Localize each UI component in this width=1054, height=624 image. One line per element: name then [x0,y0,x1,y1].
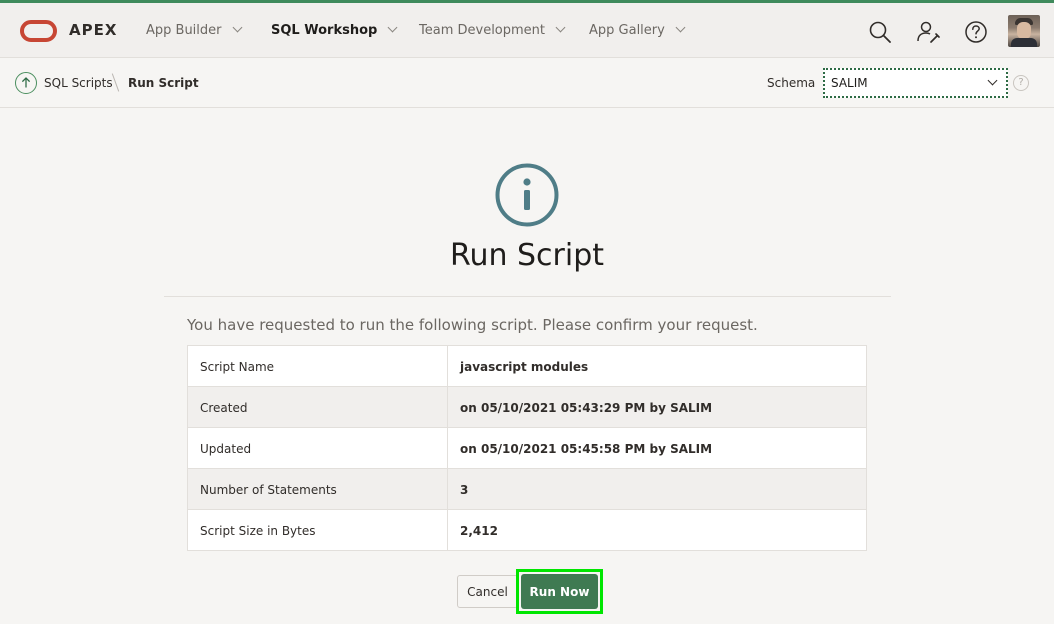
nav-team-development[interactable]: Team Development [419,22,566,38]
row-value: 2,412 [460,524,498,538]
breadcrumb-bar: SQL Scripts Run Script Schema SALIM ? [0,59,1054,108]
breadcrumb-separator [111,73,120,92]
row-value: on 05/10/2021 05:43:29 PM by SALIM [460,401,713,415]
confirm-message: You have requested to run the following … [187,316,758,334]
nav-label: App Builder [146,23,222,38]
row-label: Created [200,401,248,415]
chevron-down-icon [675,22,686,33]
divider [164,296,891,297]
info-icon [495,163,559,227]
cell-divider [447,510,448,550]
search-icon[interactable] [867,19,893,45]
chevron-down-icon [555,22,566,33]
cell-divider [447,428,448,468]
chevron-down-icon [387,22,398,33]
avatar-face [1017,22,1031,39]
table-row: Created on 05/10/2021 05:43:29 PM by SAL… [188,387,866,428]
script-details-table: Script Name javascript modules Created o… [187,345,867,551]
row-label: Updated [200,442,252,456]
avatar[interactable] [1008,15,1040,47]
schema-help-icon[interactable]: ? [1013,75,1029,91]
schema-select-value: SALIM [831,76,868,90]
page-title: Run Script [449,238,605,273]
schema-label: Schema [767,76,816,90]
row-label: Number of Statements [200,483,337,497]
cell-divider [447,346,448,386]
user-settings-icon[interactable] [915,19,941,45]
chevron-down-icon [987,75,998,86]
row-value: javascript modules [460,360,589,374]
nav-label: Team Development [419,23,546,38]
avatar-shirt [1011,38,1037,47]
cell-divider [447,469,448,509]
help-icon[interactable] [963,19,989,45]
breadcrumb-parent[interactable]: SQL Scripts [44,76,113,90]
cancel-button[interactable]: Cancel [457,575,518,608]
run-now-button[interactable]: Run Now [521,574,598,609]
table-row: Script Name javascript modules [188,346,866,387]
cell-divider [447,387,448,427]
breadcrumb-current: Run Script [128,76,199,90]
app-header: APEX App Builder SQL Workshop Team Devel… [0,3,1054,58]
table-row: Script Size in Bytes 2,412 [188,510,866,550]
schema-select[interactable]: SALIM [823,68,1008,98]
chevron-down-icon [232,22,242,33]
nav-label: App Gallery [589,23,665,38]
row-value: on 05/10/2021 05:45:58 PM by SALIM [460,442,713,456]
row-label: Script Name [200,360,275,374]
up-arrow-icon[interactable] [15,72,37,94]
row-value: 3 [460,483,469,497]
row-label: Script Size in Bytes [200,524,316,538]
table-row: Updated on 05/10/2021 05:45:58 PM by SAL… [188,428,866,469]
oracle-logo[interactable] [20,20,57,42]
nav-sql-workshop[interactable]: SQL Workshop [271,22,398,38]
app-name[interactable]: APEX [69,21,117,39]
table-row: Number of Statements 3 [188,469,866,510]
nav-app-gallery[interactable]: App Gallery [589,22,686,38]
nav-app-builder[interactable]: App Builder [146,22,242,38]
nav-label: SQL Workshop [271,23,378,38]
